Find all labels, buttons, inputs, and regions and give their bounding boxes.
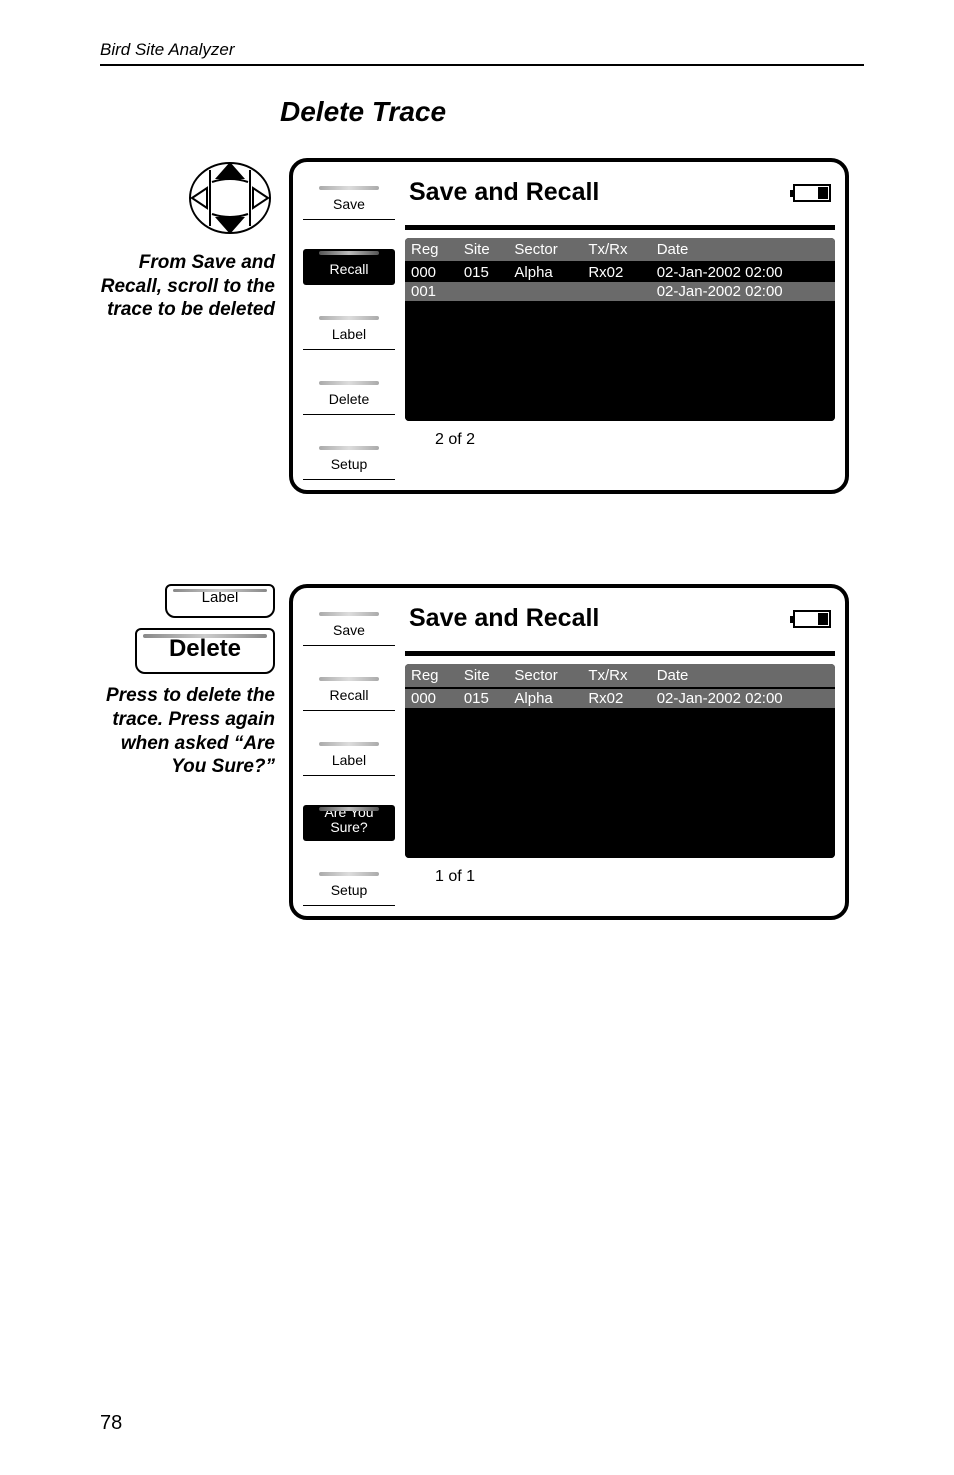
- sidebtn-setup[interactable]: Setup: [303, 870, 395, 906]
- step1-main: Save and Recall RegSiteSectorTx/RxDate00…: [395, 172, 835, 480]
- col-date: Date: [651, 664, 835, 688]
- step2-table-zone: RegSiteSectorTx/RxDate000015AlphaRx0202-…: [405, 664, 835, 858]
- step-1: From Save and Recall, scroll to the trac…: [100, 158, 864, 494]
- step2-caption: Press to delete the trace. Press again w…: [100, 684, 275, 779]
- step2-screen-title: Save and Recall: [409, 604, 599, 633]
- col-date: Date: [651, 238, 835, 262]
- step2-sidecol: Save Recall Label Are YouSure? Setup: [303, 598, 395, 906]
- step1-caption: From Save and Recall, scroll to the trac…: [100, 251, 275, 322]
- step1-table: RegSiteSectorTx/RxDate000015AlphaRx0202-…: [405, 238, 835, 301]
- col-site: Site: [458, 238, 509, 262]
- battery-icon: [793, 184, 831, 202]
- sidebtn-recall[interactable]: Recall: [303, 249, 395, 285]
- step-2: Label Delete Press to delete the trace. …: [100, 584, 864, 920]
- battery-icon: [793, 610, 831, 628]
- softkey-delete[interactable]: Delete: [135, 628, 275, 674]
- col-sector: Sector: [508, 664, 582, 688]
- sidebtn-label[interactable]: Label: [303, 314, 395, 350]
- table-row[interactable]: 000015AlphaRx0202-Jan-2002 02:00: [405, 688, 835, 708]
- step2-main: Save and Recall RegSiteSectorTx/RxDate00…: [395, 598, 835, 906]
- step2-titlebar: Save and Recall: [405, 598, 835, 656]
- dpad-icon: [185, 158, 275, 238]
- page-number: 78: [100, 1412, 122, 1435]
- col-reg: Reg: [405, 664, 458, 688]
- step1-device: Save Recall Label Delete Setup Save and Reca…: [289, 158, 849, 494]
- sidebtn-save[interactable]: Save: [303, 610, 395, 646]
- col-txrx: Tx/Rx: [582, 238, 650, 262]
- section-title: Delete Trace: [280, 96, 864, 128]
- page-header: Bird Site Analyzer: [100, 40, 864, 66]
- step1-left-col: From Save and Recall, scroll to the trac…: [100, 158, 275, 494]
- step1-screen-title: Save and Recall: [409, 178, 599, 207]
- sidebtn-save[interactable]: Save: [303, 184, 395, 220]
- softkey-label[interactable]: Label: [165, 584, 275, 618]
- table-row[interactable]: 000015AlphaRx0202-Jan-2002 02:00: [405, 262, 835, 282]
- step2-device: Save Recall Label Are YouSure? Setup Save an…: [289, 584, 849, 920]
- sidebtn-delete[interactable]: Delete: [303, 379, 395, 415]
- step1-counter: 2 of 2: [405, 421, 835, 449]
- table-row[interactable]: 00102-Jan-2002 02:00: [405, 282, 835, 301]
- col-reg: Reg: [405, 238, 458, 262]
- col-site: Site: [458, 664, 509, 688]
- sidebtn-setup[interactable]: Setup: [303, 444, 395, 480]
- step2-table: RegSiteSectorTx/RxDate000015AlphaRx0202-…: [405, 664, 835, 708]
- col-txrx: Tx/Rx: [582, 664, 650, 688]
- col-sector: Sector: [508, 238, 582, 262]
- doc-title: Bird Site Analyzer: [100, 40, 864, 64]
- step2-left-col: Label Delete Press to delete the trace. …: [100, 584, 275, 920]
- sidebtn-are-you-sure[interactable]: Are YouSure?: [303, 805, 395, 841]
- step1-titlebar: Save and Recall: [405, 172, 835, 230]
- step2-counter: 1 of 1: [405, 858, 835, 886]
- sidebtn-recall[interactable]: Recall: [303, 675, 395, 711]
- step1-table-zone: RegSiteSectorTx/RxDate000015AlphaRx0202-…: [405, 238, 835, 421]
- sidebtn-label[interactable]: Label: [303, 740, 395, 776]
- step1-sidecol: Save Recall Label Delete Setup: [303, 172, 395, 480]
